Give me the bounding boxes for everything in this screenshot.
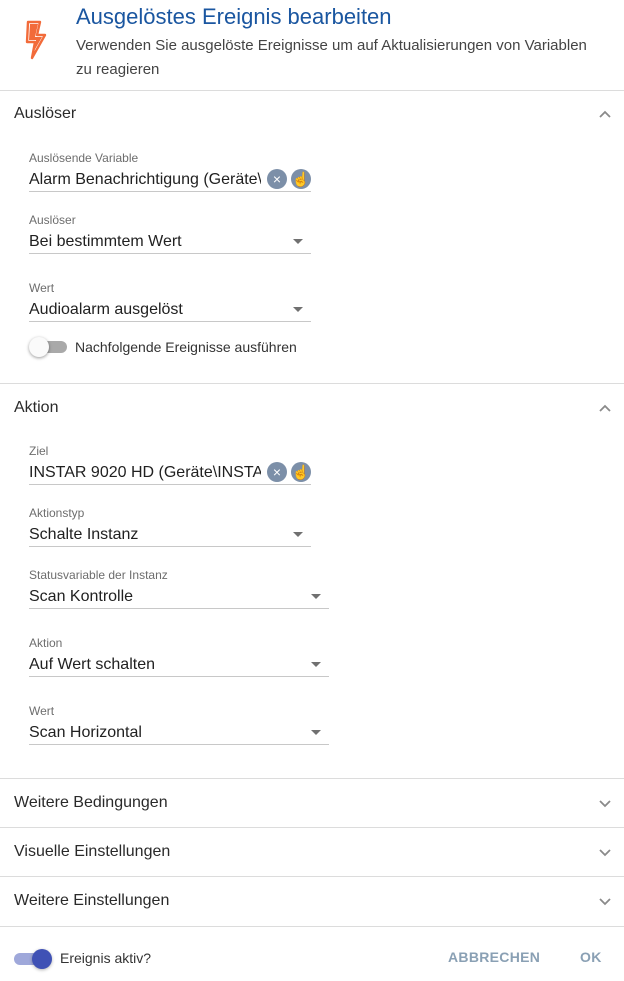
lightning-bolt-icon [25, 20, 47, 60]
trigger-value-value[interactable]: Audioalarm ausgelöst [29, 299, 311, 321]
dialog-footer: Ereignis aktiv? ABBRECHEN OK [0, 926, 624, 981]
select-pointer-icon[interactable]: ☝ [291, 169, 311, 189]
dropdown-arrow-icon[interactable] [293, 532, 303, 537]
dropdown-arrow-icon[interactable] [311, 662, 321, 667]
dropdown-arrow-icon[interactable] [293, 239, 303, 244]
section-visual-settings-title: Visuelle Einstellungen [14, 843, 171, 860]
trigger-variable-field[interactable]: Auslösende Variable Alarm Benachrichtigu… [29, 150, 311, 192]
action-type-value[interactable]: Schalte Instanz [29, 524, 311, 546]
section-more-conditions-title: Weitere Bedingungen [14, 794, 168, 811]
trigger-type-select[interactable]: Auslöser Bei bestimmtem Wert [29, 212, 311, 254]
trigger-variable-value[interactable]: Alarm Benachrichtigung (Geräte\ [29, 169, 261, 191]
action-select[interactable]: Aktion Auf Wert schalten [29, 635, 329, 677]
status-variable-value[interactable]: Scan Kontrolle [29, 586, 329, 608]
trigger-type-label: Auslöser [29, 213, 76, 227]
cancel-button[interactable]: ABBRECHEN [448, 949, 540, 965]
section-more-conditions[interactable]: Weitere Bedingungen [0, 779, 624, 827]
target-label: Ziel [29, 444, 49, 458]
chevron-down-icon[interactable] [598, 845, 612, 859]
target-value[interactable]: INSTAR 9020 HD (Geräte\INSTAR [29, 462, 261, 484]
chevron-down-icon[interactable] [598, 796, 612, 810]
section-action-header[interactable]: Aktion [0, 384, 624, 432]
dialog-header: Ausgelöstes Ereignis bearbeiten Verwende… [0, 0, 624, 91]
section-visual-settings[interactable]: Visuelle Einstellungen [0, 828, 624, 876]
section-more-settings[interactable]: Weitere Einstellungen [0, 877, 624, 925]
subsequent-events-row[interactable]: Nachfolgende Ereignisse ausführen [29, 337, 297, 357]
dialog-title: Ausgelöstes Ereignis bearbeiten [76, 4, 392, 29]
status-variable-label: Statusvariable der Instanz [29, 568, 168, 582]
action-type-label: Aktionstyp [29, 506, 85, 520]
section-trigger-header[interactable]: Auslöser [0, 90, 624, 138]
clear-icon[interactable]: × [267, 462, 287, 482]
subsequent-events-label: Nachfolgende Ereignisse ausführen [75, 339, 297, 355]
status-variable-select[interactable]: Statusvariable der Instanz Scan Kontroll… [29, 567, 329, 609]
trigger-variable-label: Auslösende Variable [29, 151, 139, 165]
event-active-toggle[interactable] [14, 949, 52, 969]
trigger-type-value[interactable]: Bei bestimmtem Wert [29, 231, 311, 253]
dropdown-arrow-icon[interactable] [293, 307, 303, 312]
action-value-value[interactable]: Scan Horizontal [29, 722, 329, 744]
trigger-value-select[interactable]: Wert Audioalarm ausgelöst [29, 280, 311, 322]
dialog-subtitle: Verwenden Sie ausgelöste Ereignisse um a… [76, 37, 587, 78]
action-value-select[interactable]: Wert Scan Horizontal [29, 703, 329, 745]
dropdown-arrow-icon[interactable] [311, 730, 321, 735]
chevron-up-icon[interactable] [598, 107, 612, 121]
chevron-up-icon[interactable] [598, 401, 612, 415]
section-more-settings-title: Weitere Einstellungen [14, 892, 170, 909]
section-action-title: Aktion [14, 399, 59, 416]
chevron-down-icon[interactable] [598, 894, 612, 908]
section-trigger-title: Auslöser [14, 105, 77, 122]
clear-icon[interactable]: × [267, 169, 287, 189]
subsequent-events-toggle[interactable] [29, 337, 67, 357]
trigger-value-label: Wert [29, 281, 55, 295]
action-value-label: Wert [29, 704, 55, 718]
select-pointer-icon[interactable]: ☝ [291, 462, 311, 482]
action-value[interactable]: Auf Wert schalten [29, 654, 329, 676]
dropdown-arrow-icon[interactable] [311, 594, 321, 599]
target-field[interactable]: Ziel INSTAR 9020 HD (Geräte\INSTAR × ☝ [29, 443, 311, 485]
action-type-select[interactable]: Aktionstyp Schalte Instanz [29, 505, 311, 547]
action-label: Aktion [29, 636, 63, 650]
ok-button[interactable]: OK [580, 949, 602, 965]
event-active-label: Ereignis aktiv? [60, 950, 152, 966]
